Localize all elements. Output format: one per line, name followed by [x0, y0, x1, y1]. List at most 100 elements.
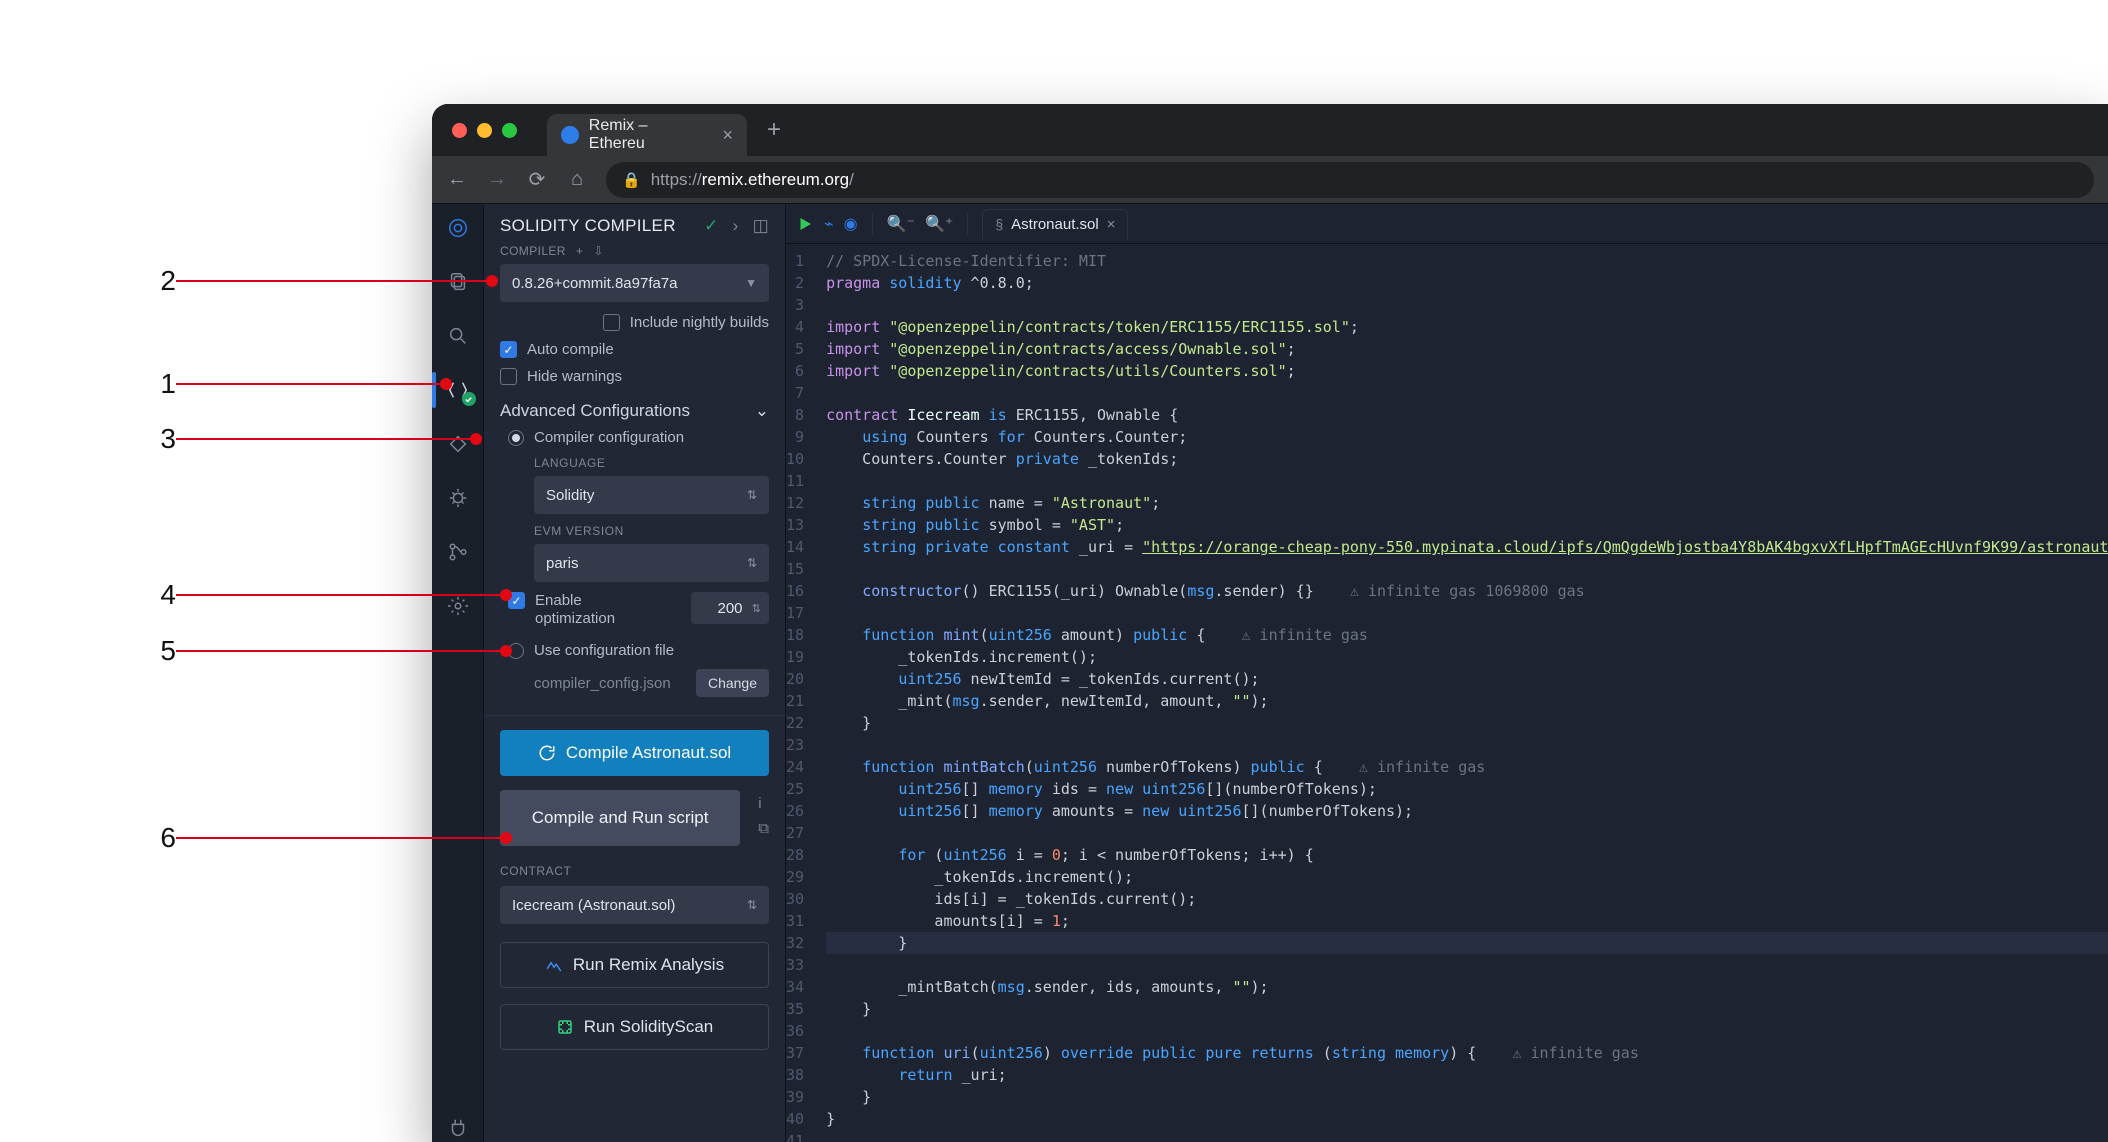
contract-select[interactable]: Icecream (Astronaut.sol) ⇅	[500, 886, 769, 924]
browser-toolbar: ← → ⟳ ⌂ 🔒 https://remix.ethereum.org/	[432, 156, 2108, 204]
annotation-callout-6: 6	[140, 822, 502, 854]
plugin-icon[interactable]	[444, 1114, 472, 1142]
debugger-icon[interactable]	[444, 484, 472, 512]
compiler-version-value: 0.8.26+commit.8a97fa7a	[512, 275, 678, 292]
advanced-config-header[interactable]: Advanced Configurations ⌄	[500, 401, 769, 421]
download-compiler-icon[interactable]: ⇩	[593, 244, 603, 258]
solidity-file-icon: §	[995, 216, 1003, 232]
annotation-line	[176, 438, 472, 440]
config-file-path: compiler_config.json	[534, 675, 671, 692]
annotation-callout-4: 4	[140, 579, 502, 611]
annotation-line	[176, 650, 502, 652]
panel-layout-icon[interactable]: ◫	[753, 216, 769, 236]
annotation-callout-5: 5	[140, 635, 502, 667]
close-tab-icon[interactable]: ×	[722, 125, 733, 146]
annotation-number: 3	[140, 423, 176, 455]
language-label: LANGUAGE	[508, 456, 769, 470]
address-bar[interactable]: 🔒 https://remix.ethereum.org/	[606, 162, 2094, 198]
annotation-line	[176, 594, 502, 596]
info-icon[interactable]: i	[758, 795, 769, 812]
evm-label: EVM VERSION	[508, 524, 769, 538]
chevron-right-icon[interactable]: ›	[733, 216, 739, 236]
chevron-down-icon: ⌄	[755, 401, 769, 421]
annotation-callout-3: 3	[140, 423, 472, 455]
optimization-runs-input[interactable]: 200⇅	[691, 592, 769, 624]
hide-warnings-checkbox[interactable]	[500, 368, 517, 385]
tab-title: Remix – Ethereu	[589, 117, 707, 153]
zoom-in-icon[interactable]: 🔍⁺	[925, 214, 953, 234]
auto-compile-checkbox[interactable]	[500, 341, 517, 358]
compiler-config-radio[interactable]	[508, 430, 524, 446]
caret-icon: ⇅	[747, 556, 757, 570]
annotation-line	[176, 383, 442, 385]
browser-tab[interactable]: Remix – Ethereu ×	[547, 114, 747, 156]
enable-optimization-label: Enableoptimization	[535, 592, 615, 628]
browser-tabbar: Remix – Ethereu × +	[432, 104, 2108, 156]
code-editor: ⌁ ◉ 🔍⁻ 🔍⁺ § Astronaut.sol × 123456789101…	[786, 204, 2108, 1142]
toggle-icon[interactable]: ◉	[844, 214, 858, 234]
hide-warnings-label: Hide warnings	[527, 368, 622, 385]
remix-app: SOLIDITY COMPILER ✓ › ◫ COMPILER + ⇩ 0.8…	[432, 204, 2108, 1142]
maximize-window-icon[interactable]	[502, 123, 517, 138]
panel-title: SOLIDITY COMPILER	[500, 216, 676, 236]
url-text: https://remix.ethereum.org/	[651, 170, 854, 190]
remix-logo-icon[interactable]	[444, 214, 472, 242]
lock-icon: 🔒	[622, 171, 641, 189]
nightly-checkbox[interactable]	[603, 314, 620, 331]
compiler-label: COMPILER + ⇩	[500, 244, 769, 258]
language-select[interactable]: Solidity ⇅	[534, 476, 769, 514]
editor-tab[interactable]: § Astronaut.sol ×	[982, 209, 1128, 239]
run-icon[interactable]	[796, 215, 814, 233]
minimize-window-icon[interactable]	[477, 123, 492, 138]
run-analysis-button[interactable]: Run Remix Analysis	[500, 942, 769, 988]
zoom-out-icon[interactable]: 🔍⁻	[887, 214, 915, 234]
line-gutter: 1234567891011121314151617181920212223242…	[786, 244, 818, 1142]
annotation-number: 1	[140, 368, 176, 400]
debug-step-icon[interactable]: ⌁	[824, 214, 834, 234]
contract-label: CONTRACT	[500, 864, 769, 878]
compile-success-badge	[462, 392, 476, 406]
new-tab-button[interactable]: +	[759, 116, 789, 144]
annotation-number: 5	[140, 635, 176, 667]
compile-run-button[interactable]: Compile and Run script	[500, 790, 740, 846]
search-icon[interactable]	[444, 322, 472, 350]
evm-version-select[interactable]: paris ⇅	[534, 544, 769, 582]
use-config-file-label: Use configuration file	[534, 642, 674, 659]
editor-toolbar: ⌁ ◉ 🔍⁻ 🔍⁺ § Astronaut.sol ×	[786, 204, 2108, 244]
auto-compile-label: Auto compile	[527, 341, 614, 358]
annotation-line	[176, 280, 488, 282]
caret-icon: ⇅	[747, 488, 757, 502]
close-window-icon[interactable]	[452, 123, 467, 138]
caret-icon: ▼	[745, 276, 757, 290]
code-lines[interactable]: // SPDX-License-Identifier: MITpragma so…	[818, 244, 2108, 1142]
reload-button[interactable]: ⟳	[526, 167, 548, 192]
browser-window: Remix – Ethereu × + ← → ⟳ ⌂ 🔒 https://re…	[432, 104, 2108, 1142]
compiler-version-select[interactable]: 0.8.26+commit.8a97fa7a ▼	[500, 264, 769, 302]
nightly-label: Include nightly builds	[630, 314, 769, 331]
add-compiler-icon[interactable]: +	[576, 244, 583, 258]
run-solidityscan-button[interactable]: Run SolidityScan	[500, 1004, 769, 1050]
compile-button[interactable]: Compile Astronaut.sol	[500, 730, 769, 776]
annotation-number: 4	[140, 579, 176, 611]
panel-header: SOLIDITY COMPILER ✓ › ◫	[484, 204, 785, 240]
annotation-number: 6	[140, 822, 176, 854]
home-button[interactable]: ⌂	[566, 168, 588, 191]
window-controls[interactable]	[452, 123, 517, 138]
change-config-button[interactable]: Change	[696, 669, 769, 697]
annotation-line	[176, 837, 502, 839]
annotation-callout-1: 1	[140, 368, 442, 400]
annotation-number: 2	[140, 265, 176, 297]
compiler-config-label: Compiler configuration	[534, 429, 684, 446]
compiler-panel: SOLIDITY COMPILER ✓ › ◫ COMPILER + ⇩ 0.8…	[484, 204, 786, 1142]
code-area[interactable]: 1234567891011121314151617181920212223242…	[786, 244, 2108, 1142]
close-file-icon[interactable]: ×	[1107, 216, 1116, 233]
back-button[interactable]: ←	[446, 168, 468, 191]
caret-icon: ⇅	[747, 898, 757, 912]
editor-tab-filename: Astronaut.sol	[1011, 216, 1099, 233]
forward-button[interactable]: →	[486, 168, 508, 191]
icon-rail	[432, 204, 484, 1142]
check-icon: ✓	[704, 216, 719, 236]
copy-icon[interactable]: ⧉	[758, 820, 769, 837]
git-icon[interactable]	[444, 538, 472, 566]
favicon-icon	[561, 126, 579, 144]
